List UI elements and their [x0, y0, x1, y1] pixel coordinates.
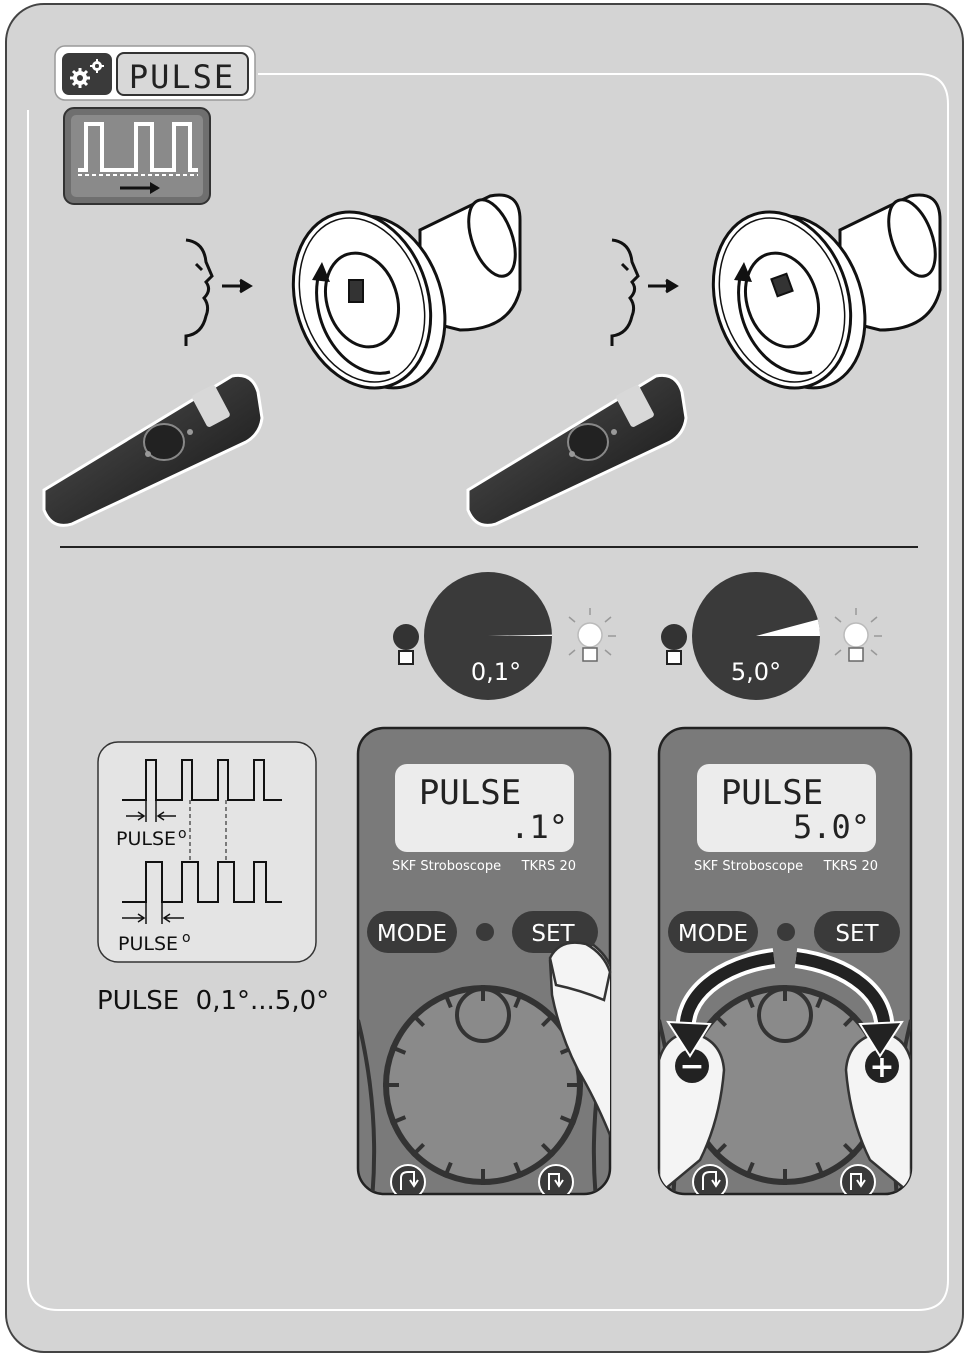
rotate-left-icon	[390, 1164, 426, 1194]
pulse-timing-diagram: PULSE o PULSE o	[97, 741, 317, 963]
brand-label: SKF Stroboscope	[392, 859, 501, 874]
svg-text:+: +	[869, 1050, 894, 1085]
set-button[interactable]: SET	[814, 911, 900, 953]
mode-header: PULSE	[54, 45, 256, 101]
lcd-line-1: PULSE	[419, 773, 521, 813]
angle-value: 0,1°	[471, 658, 521, 686]
stroboscope-panel: PULSE .1° SKF Stroboscope TKRS 20 MODE S…	[356, 726, 612, 1196]
lcd-line-2: 5.0°	[793, 808, 870, 846]
mode-button[interactable]: MODE	[367, 911, 457, 953]
degree-symbol: o	[178, 826, 187, 842]
pulse-waveform-icon	[63, 107, 211, 205]
mode-title: PULSE	[129, 58, 235, 96]
model-label: TKRS 20	[823, 859, 878, 874]
pulse-label-bottom: PULSE	[118, 933, 178, 955]
rotate-right-icon	[538, 1164, 574, 1194]
mode-button[interactable]: MODE	[668, 911, 758, 953]
indicator-led	[476, 923, 494, 941]
lcd-line-1: PULSE	[721, 773, 823, 813]
svg-text:SET: SET	[835, 921, 879, 947]
degree-symbol: o	[182, 930, 191, 946]
rotate-left-icon	[692, 1164, 728, 1194]
model-label: TKRS 20	[521, 859, 576, 874]
brand-label: SKF Stroboscope	[694, 859, 803, 874]
pulse-label-top: PULSE	[116, 828, 176, 850]
pulse-range-text: PULSE 0,1°...5,0°	[97, 986, 329, 1016]
svg-text:MODE: MODE	[678, 921, 748, 947]
lcd-line-2: .1°	[510, 808, 568, 846]
stroboscope-panel: − + PULSE 5.0° SKF Stroboscope TKRS 20 M…	[657, 726, 913, 1196]
angle-value: 5,0°	[731, 658, 781, 686]
svg-text:MODE: MODE	[377, 921, 447, 947]
indicator-led	[777, 923, 795, 941]
rotate-right-icon	[840, 1164, 876, 1194]
